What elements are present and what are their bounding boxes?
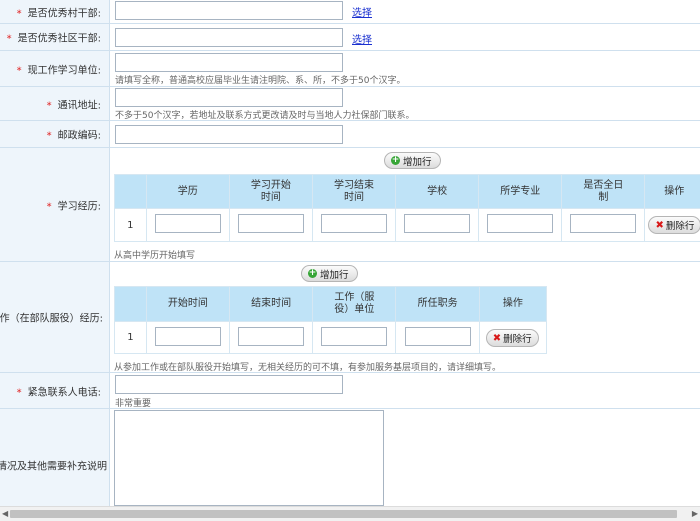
label-community-cadre: * 是否优秀社区干部: — [6, 33, 101, 45]
education-table: 学历 学习开始时间 学习结束时间 学校 所学专业 是否全日制 操作 1 ✖ 删除… — [114, 174, 700, 242]
row-community-cadre: * 是否优秀社区干部: 选择 — [0, 24, 700, 51]
scroll-right-icon[interactable]: ▶ — [692, 509, 698, 518]
label-education: * 学习经历: — [46, 201, 101, 212]
education-start-input[interactable] — [237, 214, 304, 233]
address-input[interactable] — [115, 88, 343, 107]
work-position-input[interactable] — [404, 326, 471, 346]
table-row: 1 ✖ 删除行 — [114, 208, 700, 242]
work-add-row-button[interactable]: + 增加行 — [301, 265, 358, 282]
row-awards: 获奖情况及其他需要补充说明 — [0, 409, 700, 506]
education-col-major: 所学专业 — [478, 174, 563, 209]
education-add-row-button[interactable]: + 增加行 — [384, 152, 441, 169]
label-awards: 获奖情况及其他需要补充说明 — [0, 461, 107, 473]
work-table: 开始时间 结束时间 工作（服役）单位 所任职务 操作 1 ✖ 删除行 — [114, 286, 548, 354]
village-cadre-select-link[interactable]: 选择 — [352, 4, 372, 19]
community-cadre-input[interactable] — [115, 28, 343, 47]
education-col-index — [114, 174, 147, 209]
education-row-index: 1 — [114, 208, 147, 242]
workplace-hint: 请填写全称，普通高校应届毕业生请注明院、系、所，不多于50个汉字。 — [115, 76, 406, 86]
label-postcode: * 邮政编码: — [46, 130, 101, 142]
education-degree-input[interactable] — [154, 214, 221, 233]
work-end-input[interactable] — [238, 326, 305, 346]
work-col-action: 操作 — [478, 286, 548, 322]
education-end-input[interactable] — [321, 214, 387, 233]
work-col-position: 所任职务 — [395, 286, 480, 322]
address-hint: 不多于50个汉字，若地址及联系方式更改请及时与当地人力社保部门联系。 — [115, 111, 415, 121]
education-major-input[interactable] — [487, 214, 554, 233]
education-col-school: 学校 — [395, 174, 480, 209]
work-row-index: 1 — [114, 321, 147, 354]
village-cadre-input[interactable] — [115, 1, 343, 20]
row-emergency-phone: * 紧急联系人电话: 非常重要 — [0, 373, 700, 409]
education-col-start: 学习开始时间 — [228, 174, 313, 209]
awards-textarea[interactable] — [114, 410, 384, 506]
education-delete-row-button[interactable]: ✖ 删除行 — [648, 216, 700, 234]
emergency-phone-input[interactable] — [115, 375, 343, 394]
row-village-cadre: * 是否优秀村干部: 选择 — [0, 0, 700, 24]
scrollbar-thumb[interactable] — [10, 510, 677, 518]
emergency-phone-hint: 非常重要 — [115, 399, 152, 409]
label-emergency-phone: * 紧急联系人电话: — [16, 387, 101, 398]
community-cadre-select-link[interactable]: 选择 — [352, 31, 372, 46]
x-icon: ✖ — [655, 219, 664, 231]
plus-circle-icon: + — [391, 155, 400, 165]
row-address: * 通讯地址: 不多于50个汉字，若地址及联系方式更改请及时与当地人力社保部门联系… — [0, 87, 700, 121]
label-village-cadre: * 是否优秀村干部: — [16, 8, 101, 19]
row-postcode: * 邮政编码: — [0, 121, 700, 148]
work-hint: 从参加工作或在部队服役开始填写，无相关经历的可不填，有参加服务基层项目的，请详细… — [114, 363, 502, 373]
postcode-input[interactable] — [115, 125, 343, 144]
education-school-input[interactable] — [404, 214, 471, 233]
row-workplace: * 现工作学习单位: 请填写全称，普通高校应届毕业生请注明院、系、所，不多于50个… — [0, 51, 700, 87]
row-education: * 学习经历: + 增加行 学历 学习开始时间 学习结束时间 学校 所学专业 是否… — [0, 148, 700, 262]
work-col-unit: 工作（服役）单位 — [312, 286, 397, 322]
registration-form: * 是否优秀村干部: 选择 * 是否优秀社区干部: 选择 * 现工作学习单位: 请填写… — [0, 0, 700, 506]
x-icon: ✖ — [492, 332, 502, 344]
education-col-degree: 学历 — [145, 174, 230, 209]
education-hint: 从高中学历开始填写 — [114, 251, 196, 261]
work-col-start: 开始时间 — [145, 286, 231, 322]
table-row: 1 ✖ 删除行 — [114, 321, 548, 354]
horizontal-scrollbar[interactable]: ◀ ▶ — [0, 506, 700, 521]
label-address: * 通讯地址: — [46, 100, 101, 111]
education-col-end: 学习结束时间 — [311, 174, 397, 209]
work-delete-row-button[interactable]: ✖ 删除行 — [485, 329, 539, 347]
work-start-input[interactable] — [154, 326, 221, 346]
work-col-index — [114, 286, 147, 322]
education-col-action: 操作 — [644, 174, 700, 209]
work-unit-input[interactable] — [321, 326, 388, 346]
education-col-fulltime: 是否全日制 — [561, 174, 646, 209]
label-work: 工作（在部队服役）经历: — [0, 313, 103, 325]
row-work: 工作（在部队服役）经历: + 增加行 开始时间 结束时间 工作（服役）单位 所任… — [0, 262, 700, 373]
plus-circle-icon: + — [308, 268, 317, 278]
label-workplace: * 现工作学习单位: — [16, 65, 101, 76]
scroll-left-icon[interactable]: ◀ — [2, 509, 8, 518]
education-fulltime-input[interactable] — [570, 214, 637, 233]
workplace-input[interactable] — [115, 53, 343, 72]
work-col-end: 结束时间 — [229, 286, 314, 322]
